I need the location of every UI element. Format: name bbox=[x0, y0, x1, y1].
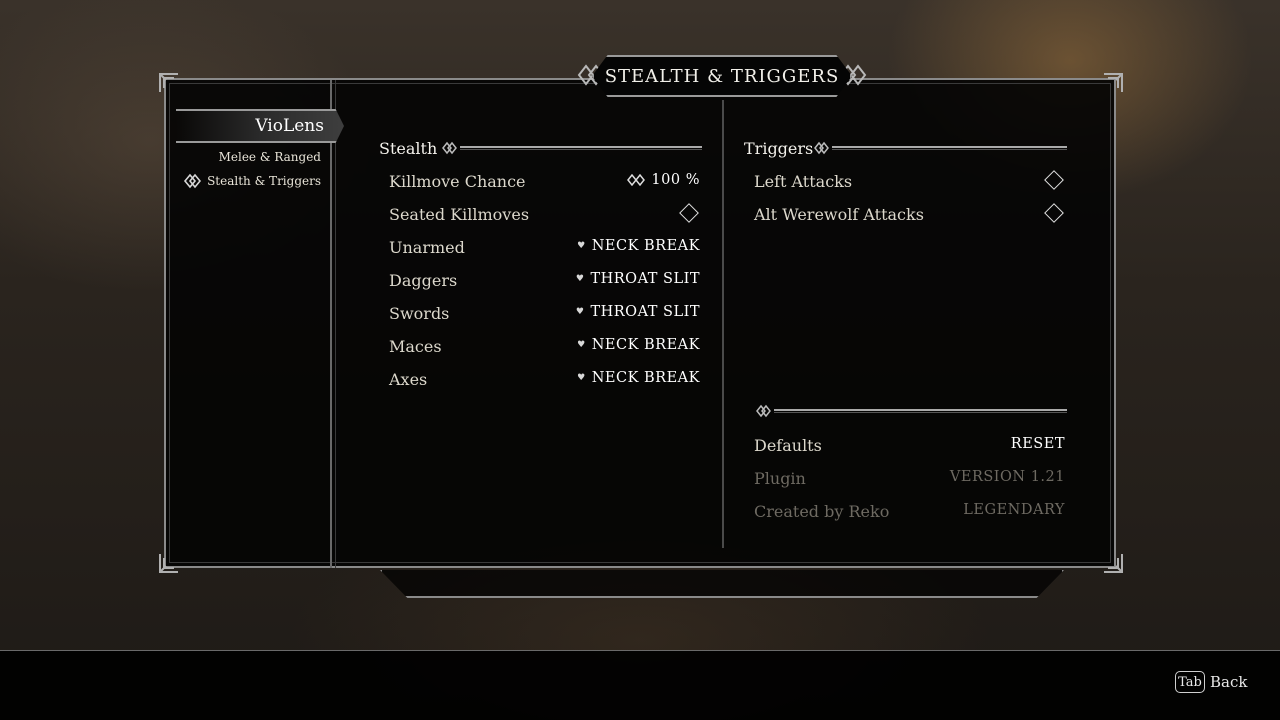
corner-ornament-icon bbox=[1104, 554, 1123, 573]
corner-ornament-icon bbox=[1104, 73, 1123, 92]
stealth-heading-label: Stealth bbox=[379, 139, 438, 158]
killmove-chance-slider[interactable]: 100 % bbox=[627, 172, 700, 188]
plugin-version-value: VERSION 1.21 bbox=[949, 469, 1065, 485]
sidebar-item-label: Melee & Ranged bbox=[218, 150, 321, 164]
double-diamond-icon bbox=[627, 174, 646, 186]
unarmed-label: Unarmed bbox=[389, 238, 465, 257]
knot-ornament-icon bbox=[814, 141, 829, 155]
heart-icon: ♥ bbox=[577, 373, 586, 383]
back-button-label[interactable]: Back bbox=[1210, 673, 1247, 691]
heart-icon: ♥ bbox=[575, 274, 585, 284]
reset-button[interactable]: RESET bbox=[1011, 436, 1065, 452]
heart-icon: ♥ bbox=[577, 340, 586, 350]
triggers-heading-rule bbox=[832, 146, 1067, 150]
maces-value: NECK BREAK bbox=[591, 337, 700, 353]
corner-ornament-icon bbox=[159, 73, 178, 92]
info-heading-rule bbox=[774, 409, 1067, 413]
alt-werewolf-attacks-label: Alt Werewolf Attacks bbox=[754, 205, 924, 224]
sidebar-divider bbox=[330, 80, 336, 568]
triggers-heading-label: Triggers bbox=[744, 139, 814, 158]
sidebar-item-melee-ranged[interactable]: Melee & Ranged bbox=[219, 150, 321, 164]
swords-menu[interactable]: ♥ THROAT SLIT bbox=[576, 304, 700, 320]
author-value: LEGENDARY bbox=[963, 502, 1065, 518]
unarmed-value: NECK BREAK bbox=[591, 238, 700, 254]
column-divider bbox=[722, 100, 724, 548]
defaults-label: Defaults bbox=[754, 436, 822, 455]
axes-value: NECK BREAK bbox=[591, 370, 700, 386]
stealth-heading: Stealth bbox=[379, 139, 437, 158]
killmove-chance-label: Killmove Chance bbox=[389, 172, 526, 191]
tab-key-icon[interactable]: Tab bbox=[1175, 671, 1205, 693]
heart-icon: ♥ bbox=[575, 307, 585, 317]
button-hint-bar bbox=[0, 650, 1280, 720]
page-title: STEALTH & TRIGGERS bbox=[592, 55, 852, 97]
left-attacks-label: Left Attacks bbox=[754, 172, 853, 191]
sidebar-item-stealth-triggers[interactable]: Stealth & Triggers bbox=[183, 172, 321, 190]
daggers-value: THROAT SLIT bbox=[590, 271, 700, 287]
plugin-label: Plugin bbox=[754, 469, 806, 488]
axes-label: Axes bbox=[389, 370, 428, 389]
daggers-label: Daggers bbox=[389, 271, 458, 290]
author-label: Created by Reko bbox=[754, 502, 890, 521]
swords-value: THROAT SLIT bbox=[590, 304, 700, 320]
maces-menu[interactable]: ♥ NECK BREAK bbox=[577, 337, 700, 353]
mod-title-tab[interactable]: VioLens bbox=[176, 109, 344, 143]
swords-label: Swords bbox=[389, 304, 450, 323]
knot-icon bbox=[184, 173, 202, 189]
knot-ornament-icon bbox=[756, 404, 771, 418]
maces-label: Maces bbox=[389, 337, 442, 356]
mod-name-label: VioLens bbox=[255, 116, 324, 136]
heart-icon: ♥ bbox=[577, 241, 586, 251]
triggers-heading: Triggers bbox=[744, 139, 813, 158]
panel-bottom-tab bbox=[380, 570, 1064, 598]
killmove-chance-value: 100 % bbox=[651, 172, 700, 188]
corner-ornament-icon bbox=[159, 554, 178, 573]
sidebar-item-label: Stealth & Triggers bbox=[207, 174, 321, 188]
knot-ornament-icon bbox=[442, 141, 457, 155]
axes-menu[interactable]: ♥ NECK BREAK bbox=[577, 370, 700, 386]
unarmed-menu[interactable]: ♥ NECK BREAK bbox=[577, 238, 700, 254]
seated-killmoves-label: Seated Killmoves bbox=[389, 205, 530, 224]
daggers-menu[interactable]: ♥ THROAT SLIT bbox=[576, 271, 700, 287]
stealth-heading-rule bbox=[460, 146, 702, 150]
